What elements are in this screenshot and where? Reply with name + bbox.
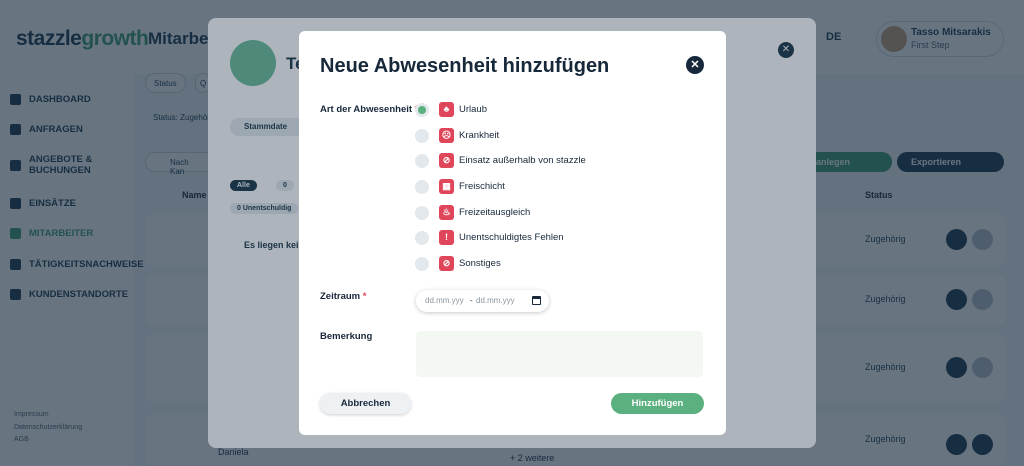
radio-freizeitausgleich[interactable] <box>415 206 429 220</box>
close-icon[interactable]: ✕ <box>686 56 704 74</box>
radio-freischicht[interactable] <box>415 180 429 194</box>
note-label: Bemerkung <box>320 331 373 342</box>
option-freischicht[interactable]: ▦ Freischicht <box>415 178 675 196</box>
period-label: Zeitraum * <box>320 291 367 302</box>
sick-icon: ☹ <box>439 128 454 143</box>
calendar-off-icon: ▦ <box>439 179 454 194</box>
radio-urlaub[interactable] <box>415 103 429 117</box>
warning-icon: ! <box>439 230 454 245</box>
radio-einsatz-extern[interactable] <box>415 154 429 168</box>
option-sonstiges[interactable]: ⊘ Sonstiges <box>415 255 675 273</box>
calendar-icon[interactable] <box>532 296 541 305</box>
radio-sonstiges[interactable] <box>415 257 429 271</box>
palm-icon: ♣ <box>439 102 454 117</box>
modal-title: Neue Abwesenheit hinzufügen <box>320 55 610 77</box>
absence-type-label: Art der Abwesenheit * <box>320 104 418 115</box>
date-from[interactable]: dd.mm.yyy <box>425 296 464 305</box>
option-einsatz-extern[interactable]: ⊘ Einsatz außerhalb von stazzle <box>415 152 675 170</box>
submit-button[interactable]: Hinzufügen <box>611 393 704 414</box>
external-icon: ⊘ <box>439 153 454 168</box>
other-icon: ⊘ <box>439 256 454 271</box>
radio-unentschuldigt[interactable] <box>415 231 429 245</box>
note-textarea[interactable] <box>416 331 703 377</box>
option-krankheit[interactable]: ☹ Krankheit <box>415 127 675 145</box>
cancel-button[interactable]: Abbrechen <box>320 393 411 414</box>
date-separator: - <box>470 296 473 305</box>
radio-krankheit[interactable] <box>415 129 429 143</box>
date-range-input[interactable]: dd.mm.yyy - dd.mm.yyy <box>416 290 549 312</box>
leisure-icon: ♨ <box>439 205 454 220</box>
option-freizeitausgleich[interactable]: ♨ Freizeitausgleich <box>415 204 675 222</box>
add-absence-modal: Neue Abwesenheit hinzufügen ✕ Art der Ab… <box>299 31 726 435</box>
option-unentschuldigt[interactable]: ! Unentschuldigtes Fehlen <box>415 229 675 247</box>
option-urlaub[interactable]: ♣ Urlaub <box>415 101 675 119</box>
date-to[interactable]: dd.mm.yyy <box>476 296 515 305</box>
